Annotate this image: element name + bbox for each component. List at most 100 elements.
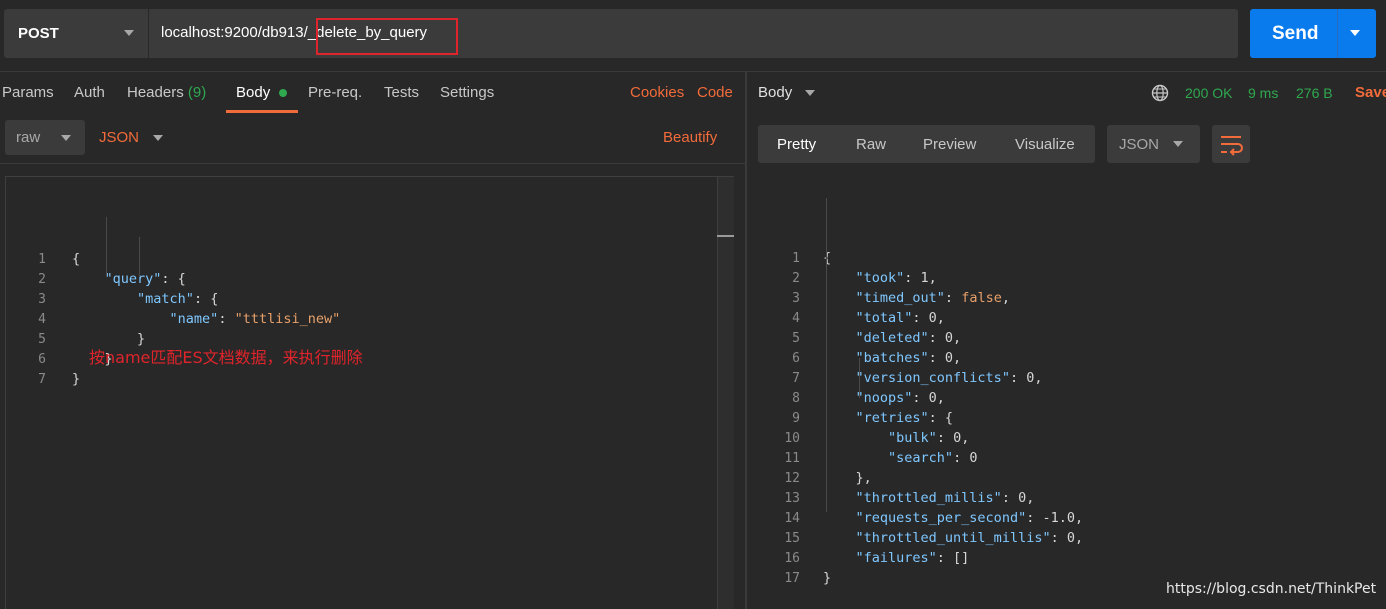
code-link[interactable]: Code bbox=[697, 84, 733, 101]
url-input[interactable]: localhost:9200/db913/_delete_by_query bbox=[149, 9, 1238, 58]
editor-scrollbar[interactable] bbox=[717, 177, 734, 609]
line-number: 3 bbox=[792, 291, 800, 306]
json-punctuation: : 0, bbox=[928, 330, 962, 346]
json-punctuation bbox=[823, 270, 856, 286]
tab-headers[interactable]: Headers (9) bbox=[127, 84, 206, 101]
tab-prereq[interactable]: Pre-req. bbox=[308, 84, 362, 101]
code-line: { bbox=[72, 251, 80, 267]
code-line: "deleted": 0, bbox=[823, 330, 962, 346]
send-button[interactable]: Send bbox=[1250, 9, 1376, 58]
line-number: 5 bbox=[38, 332, 46, 347]
send-divider bbox=[1337, 9, 1338, 58]
request-pane: Params Auth Headers (9) Body Pre-req. Te… bbox=[0, 72, 745, 609]
tab-raw[interactable]: Raw bbox=[856, 136, 886, 153]
code-line: "bulk": 0, bbox=[823, 430, 969, 446]
response-format-select[interactable]: JSON bbox=[1107, 125, 1200, 163]
tab-tests[interactable]: Tests bbox=[384, 84, 419, 101]
json-value: "tttlisi_new" bbox=[234, 311, 341, 327]
line-number: 13 bbox=[784, 491, 800, 506]
json-punctuation: : bbox=[218, 311, 235, 327]
code-line: "match": { bbox=[72, 291, 218, 307]
json-punctuation bbox=[72, 271, 105, 287]
chevron-down-icon bbox=[61, 135, 71, 141]
json-punctuation bbox=[823, 490, 856, 506]
json-key: "search" bbox=[888, 450, 954, 466]
tab-visualize[interactable]: Visualize bbox=[1015, 136, 1075, 153]
body-mode-select[interactable]: raw bbox=[5, 120, 85, 155]
indent-guide bbox=[859, 358, 860, 398]
chevron-down-icon[interactable] bbox=[1350, 30, 1360, 36]
code-line: "failures": [] bbox=[823, 550, 970, 566]
status-code[interactable]: 200 OK bbox=[1185, 85, 1232, 101]
json-key: "took" bbox=[855, 270, 905, 286]
tab-headers-label: Headers bbox=[127, 84, 184, 101]
json-key: "throttled_millis" bbox=[855, 490, 1002, 506]
response-size[interactable]: 276 B bbox=[1296, 85, 1333, 101]
line-number: 16 bbox=[784, 551, 800, 566]
line-number: 1 bbox=[38, 252, 46, 267]
json-punctuation: : 0, bbox=[1009, 370, 1043, 386]
response-time[interactable]: 9 ms bbox=[1248, 85, 1278, 101]
request-body-editor[interactable]: 1234567 { "query": { "match": { "name": … bbox=[5, 176, 734, 609]
json-punctuation: : bbox=[944, 290, 962, 306]
response-format-label: JSON bbox=[1119, 136, 1160, 153]
json-key: "total" bbox=[855, 310, 913, 326]
line-number: 2 bbox=[38, 272, 46, 287]
json-punctuation: { bbox=[823, 250, 832, 266]
json-punctuation: : { bbox=[161, 271, 186, 287]
json-key: "requests_per_second" bbox=[855, 510, 1027, 526]
code-line: "query": { bbox=[72, 271, 186, 287]
cookies-link[interactable]: Cookies bbox=[630, 84, 684, 101]
json-punctuation: }, bbox=[823, 470, 872, 486]
line-number: 6 bbox=[38, 352, 46, 367]
json-key: "failures" bbox=[855, 550, 937, 566]
chevron-down-icon[interactable] bbox=[153, 135, 163, 141]
json-punctuation: : -1.0, bbox=[1026, 510, 1084, 526]
json-punctuation bbox=[823, 510, 856, 526]
indent-guide bbox=[106, 217, 107, 277]
line-number: 3 bbox=[38, 292, 46, 307]
chevron-down-icon bbox=[1173, 141, 1183, 147]
response-body-viewer[interactable]: 1 2 3 4 5 6 7 8 9 10 11 12 13 14 15 16 17 { "took": 1, "… bbox=[747, 176, 1386, 609]
line-number: 2 bbox=[792, 271, 800, 286]
code-line: { bbox=[823, 250, 831, 266]
json-punctuation bbox=[823, 410, 856, 426]
line-number: 15 bbox=[784, 531, 800, 546]
tab-settings[interactable]: Settings bbox=[440, 84, 494, 101]
response-body-select[interactable]: Body bbox=[758, 84, 792, 101]
method-select[interactable]: POST bbox=[4, 9, 148, 58]
json-punctuation bbox=[72, 311, 170, 327]
body-mode-label: raw bbox=[16, 129, 41, 146]
save-response-button[interactable]: Save bbox=[1355, 84, 1386, 101]
line-number: 7 bbox=[792, 371, 800, 386]
code-line: } bbox=[72, 371, 80, 387]
json-punctuation: : 0 bbox=[953, 450, 978, 466]
json-punctuation bbox=[823, 370, 856, 386]
tab-body[interactable]: Body bbox=[236, 84, 270, 101]
wrap-lines-button[interactable] bbox=[1212, 125, 1250, 163]
line-number: 14 bbox=[784, 511, 800, 526]
url-highlight-box bbox=[316, 18, 458, 55]
tab-preview[interactable]: Preview bbox=[923, 136, 976, 153]
chevron-down-icon[interactable] bbox=[805, 90, 815, 96]
json-punctuation: : 0, bbox=[912, 390, 945, 406]
code-line: "timed_out": false, bbox=[823, 290, 1010, 306]
json-punctuation bbox=[823, 390, 856, 406]
beautify-button[interactable]: Beautify bbox=[663, 129, 717, 146]
json-punctuation: : 0, bbox=[928, 350, 962, 366]
line-number: 8 bbox=[792, 391, 800, 406]
tab-auth[interactable]: Auth bbox=[74, 84, 105, 101]
json-punctuation: : { bbox=[928, 410, 954, 426]
code-line: }, bbox=[823, 470, 872, 486]
code-line: "version_conflicts": 0, bbox=[823, 370, 1043, 386]
body-language-select[interactable]: JSON bbox=[99, 129, 139, 146]
json-punctuation: , bbox=[1001, 290, 1010, 306]
tab-params[interactable]: Params bbox=[2, 84, 54, 101]
tab-pretty[interactable]: Pretty bbox=[777, 136, 816, 153]
code-line: "took": 1, bbox=[823, 270, 937, 286]
line-number: 9 bbox=[792, 411, 800, 426]
globe-icon[interactable] bbox=[1151, 84, 1169, 102]
json-key: "throttled_until_millis" bbox=[855, 530, 1051, 546]
json-punctuation: : 0, bbox=[912, 310, 945, 326]
json-punctuation bbox=[823, 430, 888, 446]
